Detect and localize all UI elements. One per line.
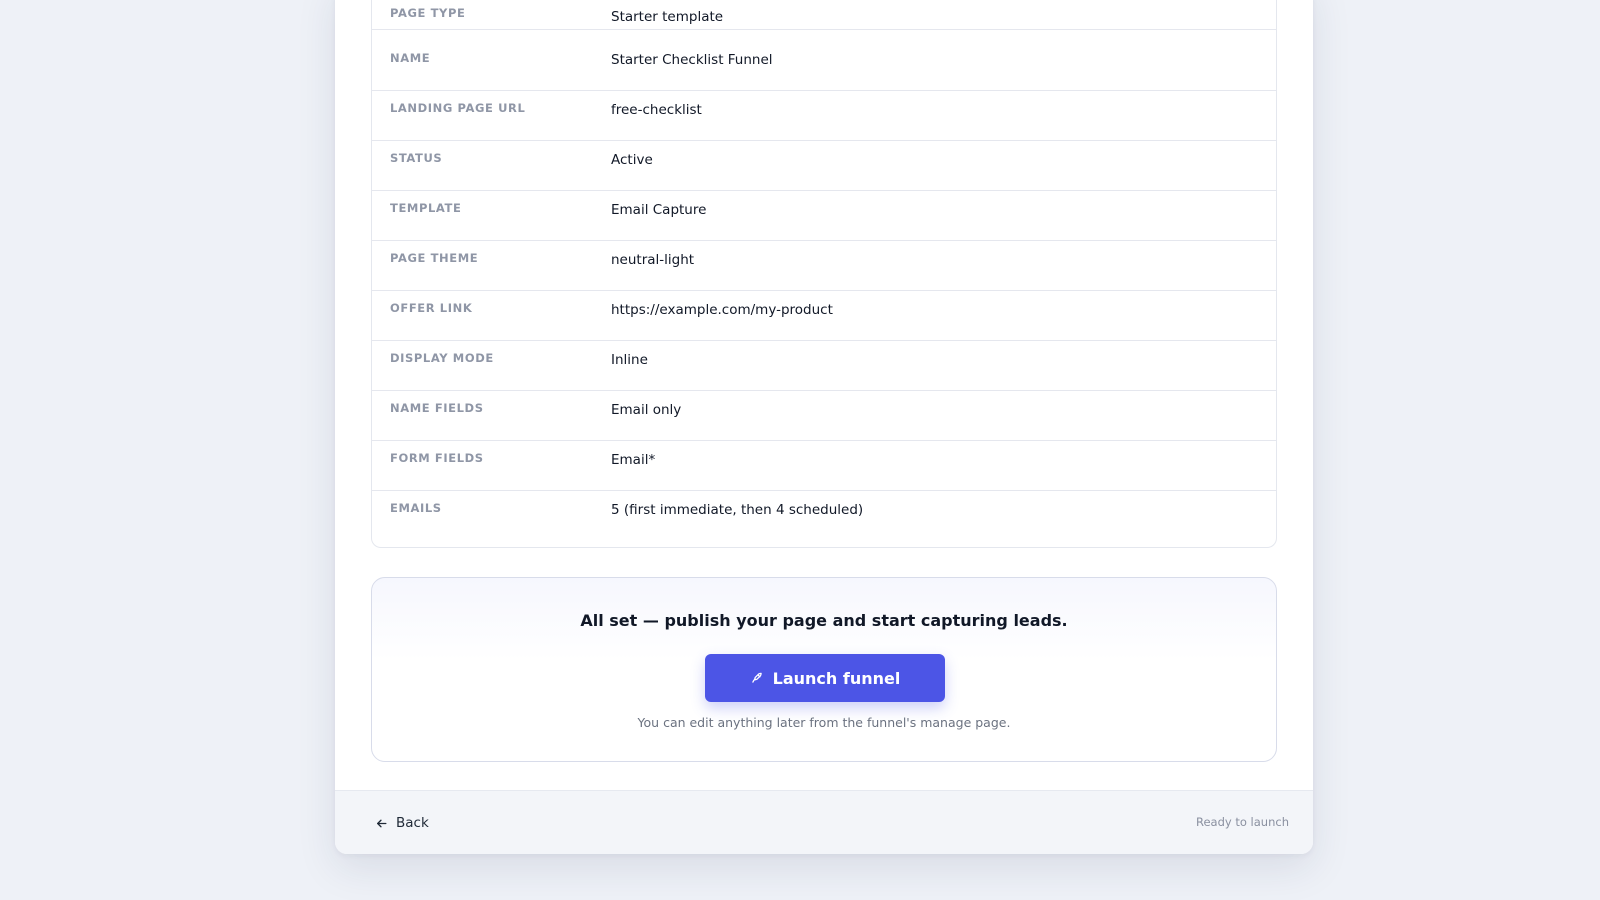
summary-row-offer-link: OFFER LINK https://example.com/my-produc… bbox=[372, 291, 1276, 341]
launch-panel: All set — publish your page and start ca… bbox=[371, 577, 1277, 762]
summary-value: Inline bbox=[611, 352, 648, 368]
summary-value: Email only bbox=[611, 402, 682, 418]
summary-value: https://example.com/my-product bbox=[611, 302, 833, 318]
rocket-icon bbox=[750, 671, 764, 685]
summary-label: FORM FIELDS bbox=[390, 451, 484, 465]
launch-heading: All set — publish your page and start ca… bbox=[580, 611, 1068, 630]
wizard-footer: Back Ready to launch bbox=[335, 790, 1313, 854]
summary-label: NAME FIELDS bbox=[390, 401, 484, 415]
summary-value: Active bbox=[611, 152, 653, 168]
funnel-summary-table: PAGE TYPE Starter template NAME Starter … bbox=[371, 0, 1277, 548]
launch-funnel-label: Launch funnel bbox=[772, 668, 901, 688]
summary-value: Starter template bbox=[611, 9, 724, 25]
summary-value: free-checklist bbox=[611, 102, 702, 118]
back-label: Back bbox=[396, 815, 429, 831]
summary-value: Email Capture bbox=[611, 202, 707, 218]
summary-row-template: TEMPLATE Email Capture bbox=[372, 191, 1276, 241]
arrow-left-icon bbox=[375, 817, 388, 830]
summary-row-page-type: PAGE TYPE Starter template bbox=[372, 0, 1276, 30]
summary-label: STATUS bbox=[390, 151, 443, 165]
summary-value: Email* bbox=[611, 452, 656, 468]
summary-value: 5 (first immediate, then 4 scheduled) bbox=[611, 502, 864, 518]
summary-value: Starter Checklist Funnel bbox=[611, 52, 773, 68]
summary-row-name-fields: NAME FIELDS Email only bbox=[372, 391, 1276, 441]
summary-label: DISPLAY MODE bbox=[390, 351, 494, 365]
summary-row-page-theme: PAGE THEME neutral-light bbox=[372, 241, 1276, 291]
launch-funnel-button[interactable]: Launch funnel bbox=[705, 654, 945, 702]
summary-row-form-fields: FORM FIELDS Email* bbox=[372, 441, 1276, 491]
back-button[interactable]: Back bbox=[375, 811, 429, 835]
summary-row-display-mode: DISPLAY MODE Inline bbox=[372, 341, 1276, 391]
summary-row-name: NAME Starter Checklist Funnel bbox=[372, 41, 1276, 91]
summary-label: LANDING PAGE URL bbox=[390, 101, 526, 115]
summary-label: OFFER LINK bbox=[390, 301, 473, 315]
summary-label: NAME bbox=[390, 51, 431, 65]
summary-value: neutral-light bbox=[611, 252, 695, 268]
summary-row-landing-page-url: LANDING PAGE URL free-checklist bbox=[372, 91, 1276, 141]
summary-label: EMAILS bbox=[390, 501, 442, 515]
summary-row-status: STATUS Active bbox=[372, 141, 1276, 191]
launch-note: You can edit anything later from the fun… bbox=[637, 715, 1011, 730]
summary-row-emails: EMAILS 5 (first immediate, then 4 schedu… bbox=[372, 491, 1276, 547]
footer-status: Ready to launch bbox=[1196, 815, 1289, 829]
summary-label: TEMPLATE bbox=[390, 201, 462, 215]
wizard-card: PAGE TYPE Starter template NAME Starter … bbox=[335, 0, 1313, 854]
summary-label: PAGE THEME bbox=[390, 251, 479, 265]
summary-label: PAGE TYPE bbox=[390, 6, 466, 20]
